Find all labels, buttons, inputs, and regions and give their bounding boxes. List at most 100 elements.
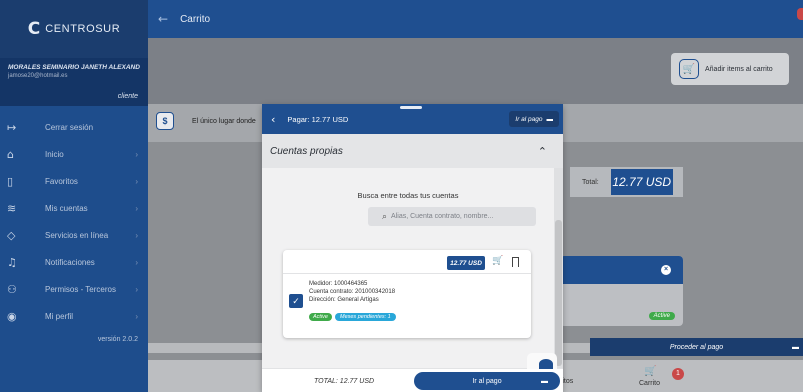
total-box: Total: 12.77 USD — [570, 167, 683, 197]
pending-months-badge: Meses pendientes: 1 — [334, 313, 396, 321]
sidebar-item-mis-cuentas[interactable]: ≋ Mis cuentas › — [0, 195, 148, 222]
modal-header: ‹ Pagar: 12.77 USD Ir al pago ▬ — [262, 104, 563, 134]
cart-count-badge: 1 — [672, 368, 684, 380]
scrollbar-thumb[interactable] — [555, 220, 562, 366]
user-email: jamose20@hotmail.es — [8, 73, 68, 79]
back-arrow-icon[interactable]: ← — [158, 12, 168, 26]
bell-icon: ♫ — [7, 256, 17, 269]
payment-modal: ‹ Pagar: 12.77 USD Ir al pago ▬ Cuentas … — [262, 104, 563, 392]
total-label: Total: — [582, 178, 599, 186]
wallet-icon: ▬ — [546, 115, 554, 123]
bookmark-icon: ▯ — [7, 175, 14, 188]
bookmark-icon[interactable] — [512, 257, 519, 267]
header-go-pay-button[interactable]: Ir al pago ▬ — [509, 111, 559, 127]
cart-item-card-header: × — [560, 256, 683, 284]
add-to-cart-icon[interactable]: 🛒 — [492, 256, 503, 266]
sidebar: C CENTROSUR MORALES SEMINARIO JANETH ALE… — [0, 0, 148, 392]
modal-title: Pagar: 12.77 USD — [287, 114, 349, 124]
sidebar-item-label: Favoritos — [45, 177, 78, 186]
sidebar-item-permisos[interactable]: ⚇ Permisos - Terceros › — [0, 276, 148, 303]
brand-name: CENTROSUR — [45, 23, 121, 35]
sidebar-item-label: Cerrar sesión — [45, 123, 94, 132]
notification-dot-icon[interactable] — [797, 8, 803, 20]
info-hand-icon: $ — [156, 112, 174, 130]
proceed-to-pay-button[interactable]: Proceder al pago ▬ — [590, 338, 803, 356]
drag-handle[interactable] — [400, 106, 422, 109]
account-card[interactable]: 12.77 USD 🛒 ✓ Medidor: 1000464365 Cuenta… — [283, 250, 531, 338]
search-hint: Busca entre todas tus cuentas — [357, 191, 459, 200]
user-panel: MORALES SEMINARIO JANETH ALEXAND... jamo… — [0, 58, 148, 106]
users-icon: ⚇ — [7, 283, 17, 296]
search-placeholder: Alias, Cuenta contrato, nombre... — [391, 213, 494, 220]
chevron-right-icon: › — [135, 150, 138, 159]
brand-logo[interactable]: C CENTROSUR — [0, 0, 148, 58]
divider — [283, 273, 531, 274]
search-input[interactable]: ⌕ Alias, Cuenta contrato, nombre... — [368, 207, 536, 226]
bottom-nav-item-carrito[interactable]: Carrito — [639, 380, 660, 387]
total-value: 12.77 USD — [610, 169, 673, 195]
logout-icon: ↦ — [7, 121, 17, 134]
brand-mark-icon: C — [27, 19, 41, 39]
sidebar-item-cerrar-sesion[interactable]: ↦ Cerrar sesión — [0, 114, 148, 141]
cart-item-card: × Active — [560, 256, 683, 326]
add-items-button[interactable]: 🛒 Añadir items al carrito — [671, 53, 789, 85]
search-icon: ⌕ — [382, 211, 388, 222]
sidebar-item-label: Mis cuentas — [45, 204, 88, 213]
sidebar-menu: ↦ Cerrar sesión ⌂ Inicio › ▯ Favoritos ›… — [0, 114, 148, 330]
home-icon: ⌂ — [7, 148, 14, 161]
account-info: Medidor: 1000464365 Cuenta contrato: 201… — [309, 280, 395, 304]
sidebar-item-inicio[interactable]: ⌂ Inicio › — [0, 141, 148, 168]
cart-icon: 🛒 — [679, 59, 699, 79]
footer-total: TOTAL: 12.77 USD — [314, 378, 375, 385]
account-checkbox[interactable]: ✓ — [289, 294, 303, 308]
accounts-icon: ≋ — [7, 202, 17, 215]
modal-body: Busca entre todas tus cuentas ⌕ Alias, C… — [262, 168, 554, 368]
assistant-button[interactable] — [527, 353, 557, 369]
services-icon: ◇ — [7, 229, 16, 242]
cuenta-text: Cuenta contrato: 201000342018 — [309, 289, 396, 295]
sidebar-item-favoritos[interactable]: ▯ Favoritos › — [0, 168, 148, 195]
medidor-text: Medidor: 1000464365 — [309, 281, 368, 287]
sidebar-item-mi-perfil[interactable]: ◉ Mi perfil › — [0, 303, 148, 330]
chevron-right-icon: › — [135, 312, 138, 321]
user-role: cliente — [117, 93, 138, 100]
wallet-icon: ▬ — [541, 377, 548, 385]
app-version: versión 2.0.2 — [97, 336, 138, 343]
sidebar-item-servicios[interactable]: ◇ Servicios en línea › — [0, 222, 148, 249]
assistant-icon — [539, 359, 553, 369]
sidebar-item-label: Permisos - Terceros — [45, 285, 116, 294]
go-pay-label: Ir al pago — [472, 377, 502, 385]
chevron-right-icon: › — [135, 258, 138, 267]
chevron-right-icon: › — [135, 231, 138, 240]
account-tags: Active Meses pendientes: 1 — [309, 313, 396, 321]
chevron-right-icon: › — [135, 204, 138, 213]
page-title: Carrito — [180, 13, 211, 25]
cart-icon: 🛒 — [644, 366, 657, 377]
cart-actions-band: 🛒 Añadir items al carrito — [148, 38, 803, 104]
account-price: 12.77 USD — [447, 256, 485, 270]
remove-icon[interactable]: × — [661, 265, 671, 275]
add-items-label: Añadir items al carrito — [705, 65, 773, 73]
proceed-label: Proceder al pago — [669, 343, 724, 351]
wallet-icon: ▬ — [792, 343, 799, 351]
user-name: MORALES SEMINARIO JANETH ALEXAND... — [8, 64, 140, 71]
header-bar: ← Carrito — [148, 0, 803, 38]
scrollbar[interactable] — [554, 168, 563, 368]
section-header[interactable]: Cuentas propias ⌃ — [262, 134, 563, 168]
sidebar-item-label: Mi perfil — [45, 312, 74, 321]
header-go-pay-label: Ir al pago — [515, 115, 543, 123]
chevron-right-icon: › — [135, 285, 138, 294]
go-pay-button[interactable]: Ir al pago ▬ — [414, 372, 560, 390]
status-badge: Active — [309, 313, 332, 321]
sidebar-item-notificaciones[interactable]: ♫ Notificaciones › — [0, 249, 148, 276]
profile-icon: ◉ — [7, 310, 17, 323]
info-text: El único lugar donde — [192, 118, 256, 125]
chevron-up-icon[interactable]: ⌃ — [538, 145, 547, 158]
chevron-left-icon[interactable]: ‹ — [271, 113, 275, 126]
status-badge: Active — [648, 312, 675, 320]
sidebar-item-label: Notificaciones — [45, 258, 95, 267]
sidebar-item-label: Servicios en línea — [45, 231, 109, 240]
modal-footer: TOTAL: 12.77 USD Ir al pago ▬ — [262, 368, 563, 392]
section-title: Cuentas propias — [270, 145, 343, 157]
chevron-right-icon: › — [135, 177, 138, 186]
